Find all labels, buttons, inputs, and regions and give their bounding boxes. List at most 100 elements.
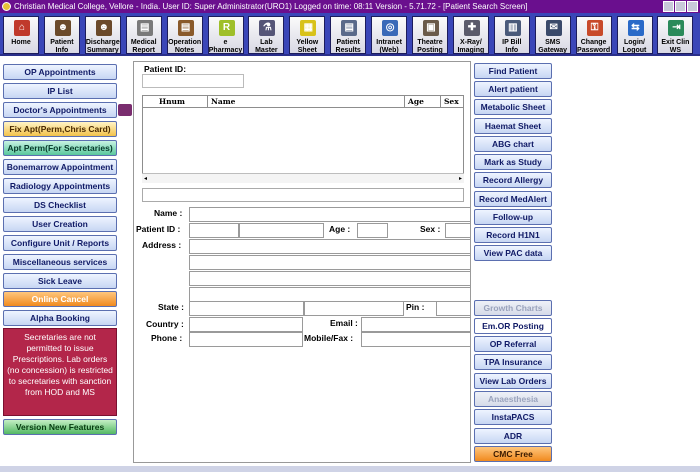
- minimize-button[interactable]: [663, 1, 674, 12]
- name-field[interactable]: [189, 207, 471, 222]
- view-lab-orders-button[interactable]: View Lab Orders: [474, 373, 552, 389]
- lab-master-toolbar-button[interactable]: ⚗ Lab Master: [248, 16, 285, 54]
- bonemarrow-appointment-button[interactable]: Bonemarrow Appointment: [3, 159, 117, 175]
- mark-as-study-button[interactable]: Mark as Study: [474, 154, 552, 170]
- patient-id-search-input[interactable]: [142, 74, 244, 88]
- mobile-fax-label: Mobile/Fax :: [304, 333, 354, 343]
- address-line-4[interactable]: [189, 287, 471, 302]
- pin-field[interactable]: [436, 301, 471, 316]
- version-new-features-button[interactable]: Version New Features: [3, 419, 117, 435]
- user-creation-button[interactable]: User Creation: [3, 216, 117, 232]
- main-toolbar: ⌂ Home ☻ Patient Info ☻ Discharge Summary ▤ Med…: [0, 13, 700, 56]
- patient-results-grid[interactable]: Hnum Name Age Sex: [142, 95, 464, 183]
- fix-apt-button[interactable]: Fix Apt(Perm,Chris Card): [3, 121, 117, 137]
- address-line-2[interactable]: [189, 255, 471, 270]
- results-icon: ▤: [341, 20, 358, 36]
- bill-icon: ▥: [504, 20, 521, 36]
- e-pharmacy-toolbar-button[interactable]: Re Pharmacy: [207, 16, 244, 54]
- state-label: State :: [158, 302, 184, 312]
- abg-chart-button[interactable]: ABG chart: [474, 136, 552, 152]
- theatre-posting-toolbar-button[interactable]: ▣ Theatre Posting: [412, 16, 448, 54]
- doctors-appointments-button[interactable]: Doctor's Appointments: [3, 102, 117, 118]
- follow-up-button[interactable]: Follow-up: [474, 209, 552, 225]
- search-summary-field: [142, 188, 464, 202]
- close-button[interactable]: [687, 1, 698, 12]
- email-field[interactable]: [361, 317, 471, 332]
- operation-notes-toolbar-button[interactable]: ▤ Operation Notes: [166, 16, 203, 54]
- view-pac-data-button[interactable]: View PAC data: [474, 245, 552, 261]
- scroll-right-icon[interactable]: ▸: [459, 175, 462, 182]
- patient-info-toolbar-button[interactable]: ☻ Patient Info: [43, 16, 80, 54]
- anaesthesia-button: Anaesthesia: [474, 391, 552, 407]
- book-icon[interactable]: [118, 104, 132, 116]
- web-icon: ◎: [382, 20, 399, 36]
- grid-horizontal-scrollbar[interactable]: ◂ ▸: [142, 173, 464, 183]
- intranet-web-toolbar-button[interactable]: ◎ Intranet (Web): [371, 16, 408, 54]
- cmc-free-button[interactable]: CMC Free: [474, 446, 552, 462]
- medical-report-toolbar-button[interactable]: ▤ Medical Report: [125, 16, 162, 54]
- login-logout-toolbar-button[interactable]: ⇆ Login/ Logout: [616, 16, 653, 54]
- country-field[interactable]: [189, 317, 303, 332]
- xray-imaging-toolbar-button[interactable]: ✚ X-Ray/ Imaging: [452, 16, 489, 54]
- tpa-insurance-button[interactable]: TPA Insurance: [474, 354, 552, 370]
- record-allergy-button[interactable]: Record Allergy: [474, 172, 552, 188]
- column-age: Age: [408, 97, 424, 106]
- lab-icon: ⚗: [259, 20, 276, 36]
- ds-checklist-button[interactable]: DS Checklist: [3, 197, 117, 213]
- haemat-sheet-button[interactable]: Haemat Sheet: [474, 118, 552, 134]
- window-title: Christian Medical College, Vellore - Ind…: [14, 2, 528, 11]
- sex-label: Sex :: [420, 224, 441, 234]
- record-h1n1-button[interactable]: Record H1N1: [474, 227, 552, 243]
- online-cancel-button[interactable]: Online Cancel: [3, 291, 117, 307]
- sms-gateway-toolbar-button[interactable]: ✉ SMS Gateway: [534, 16, 571, 54]
- sick-leave-button[interactable]: Sick Leave: [3, 273, 117, 289]
- email-label: Email :: [330, 318, 358, 328]
- home-toolbar-button[interactable]: ⌂ Home: [3, 16, 39, 54]
- record-medalert-button[interactable]: Record MedAlert: [474, 191, 552, 207]
- discharge-summary-toolbar-button[interactable]: ☻ Discharge Summary: [84, 16, 121, 54]
- exit-clin-ws-toolbar-button[interactable]: ⇥ Exit Clin WS: [657, 16, 694, 54]
- secretary-notice: Secretaries are not permitted to issue P…: [3, 328, 117, 416]
- configure-unit-reports-button[interactable]: Configure Unit / Reports: [3, 235, 117, 251]
- address-line-3[interactable]: [189, 271, 471, 286]
- toolbar-button-label: Patient Results: [335, 39, 361, 54]
- ip-list-button[interactable]: IP List: [3, 83, 117, 99]
- miscellaneous-services-button[interactable]: Miscellaneous services: [3, 254, 117, 270]
- apt-perm-button[interactable]: Apt Perm(For Secretaries): [3, 140, 117, 156]
- column-name: Name: [211, 97, 236, 106]
- pin-label: Pin :: [406, 302, 425, 312]
- age-field[interactable]: [357, 223, 388, 238]
- op-referral-button[interactable]: OP Referral: [474, 336, 552, 352]
- em-or-posting-button[interactable]: Em.OR Posting: [474, 318, 552, 334]
- find-patient-button[interactable]: Find Patient: [474, 63, 552, 79]
- maximize-button[interactable]: [675, 1, 686, 12]
- sex-field[interactable]: [445, 223, 471, 238]
- change-password-toolbar-button[interactable]: ⚿ Change Password: [575, 16, 612, 54]
- patient-id-field[interactable]: [189, 223, 239, 238]
- phone-field[interactable]: [189, 332, 303, 347]
- patient-results-toolbar-button[interactable]: ▤ Patient Results: [330, 16, 367, 54]
- scroll-left-icon[interactable]: ◂: [144, 175, 147, 182]
- mobile-fax-field[interactable]: [361, 332, 471, 347]
- instapacs-button[interactable]: InstaPACS: [474, 409, 552, 425]
- toolbar-button-label: IP Bill Info: [502, 39, 522, 54]
- sms-icon: ✉: [545, 20, 562, 36]
- adr-button[interactable]: ADR: [474, 428, 552, 444]
- radiology-appointments-button[interactable]: Radiology Appointments: [3, 178, 117, 194]
- alpha-booking-button[interactable]: Alpha Booking: [3, 310, 117, 326]
- metabolic-sheet-button[interactable]: Metabolic Sheet: [474, 99, 552, 115]
- login-icon: ⇆: [627, 20, 644, 36]
- exit-icon: ⇥: [668, 20, 685, 36]
- toolbar-button-label: Exit Clin WS: [661, 39, 690, 54]
- patient-id-extra-field[interactable]: [239, 223, 324, 238]
- state-extra-field[interactable]: [304, 301, 404, 316]
- toolbar-button-label: Home: [11, 39, 31, 46]
- address-line-1[interactable]: [189, 239, 471, 254]
- ip-bill-info-toolbar-button[interactable]: ▥ IP Bill Info: [493, 16, 530, 54]
- address-label: Address :: [142, 240, 182, 250]
- state-field[interactable]: [189, 301, 304, 316]
- yellow-sheet-toolbar-button[interactable]: ▦ Yellow Sheet: [289, 16, 326, 54]
- op-appointments-button[interactable]: OP Appointments: [3, 64, 117, 80]
- alert-patient-button[interactable]: Alert patient: [474, 81, 552, 97]
- patient-id-label: Patient ID :: [136, 224, 181, 234]
